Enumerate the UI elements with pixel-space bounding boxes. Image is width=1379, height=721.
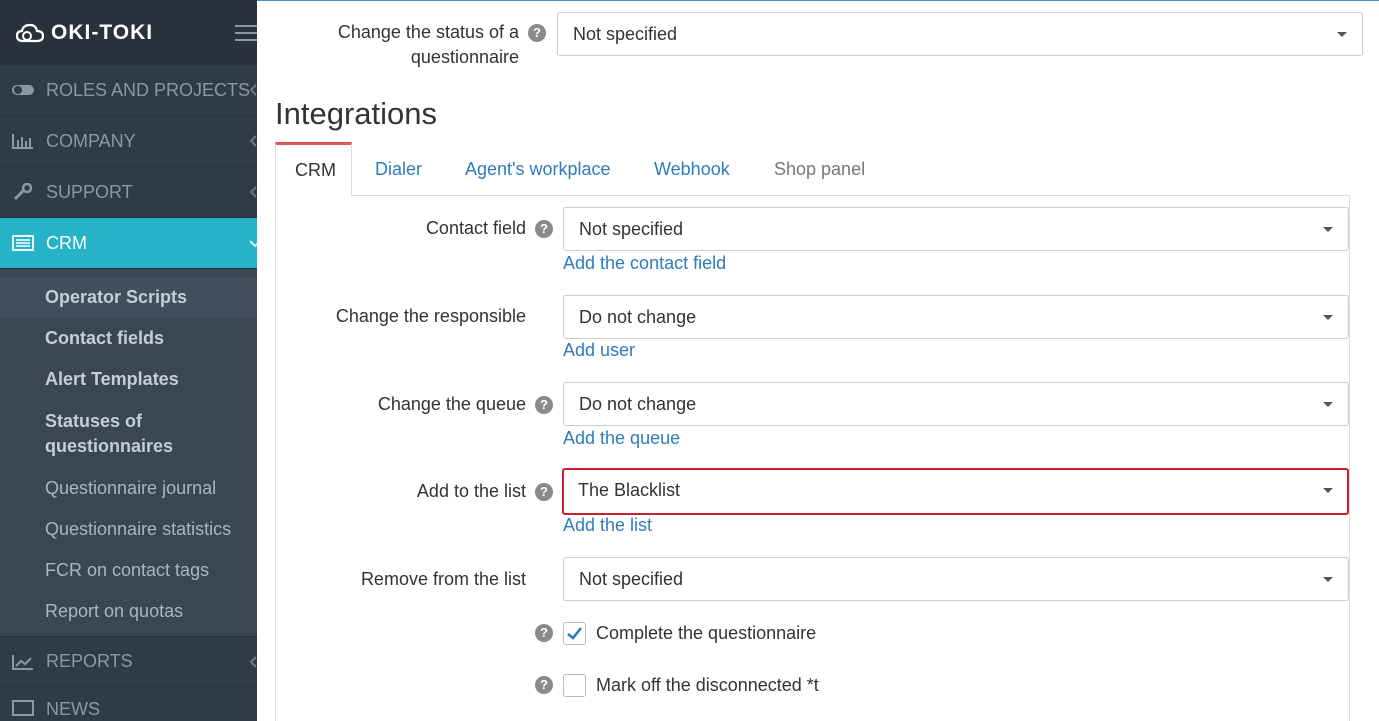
sidebar-item-label: SUPPORT — [46, 181, 133, 202]
caret-down-icon — [1323, 402, 1333, 407]
status-select-value: Not specified — [573, 24, 678, 44]
tab-agents-workplace[interactable]: Agent's workplace — [446, 142, 630, 196]
checkmark-icon — [567, 627, 583, 640]
sidebar-item-label: ROLES AND PROJECTS — [46, 79, 251, 100]
sidebar-subitem-contact-fields[interactable]: Contact fields — [0, 318, 257, 359]
sidebar-item-label: REPORTS — [46, 651, 133, 671]
main-content: Change the status of a questionnaire ? N… — [257, 0, 1379, 721]
add-user-link[interactable]: Add user — [563, 340, 635, 361]
sidebar-subitem-report-on-quotas[interactable]: Report on quotas — [0, 591, 257, 632]
sidebar-subitem-questionnaire-statistics[interactable]: Questionnaire statistics — [0, 509, 257, 550]
integration-tabs: CRM Dialer Agent's workplace Webhook Sho… — [275, 142, 1350, 196]
queue-label: Change the queue — [377, 394, 526, 414]
add-list-link[interactable]: Add the list — [563, 515, 652, 536]
sidebar-subitem-statuses-of-questionnaires[interactable]: Statuses of questionnaires — [0, 400, 257, 468]
sidebar-item-label: CRM — [46, 232, 87, 253]
crm-submenu: Operator Scripts Contact fields Alert Te… — [0, 269, 257, 636]
sidebar-item-label: COMPANY — [46, 130, 136, 151]
responsible-select-value: Do not change — [579, 307, 697, 327]
hamburger-menu-icon[interactable] — [235, 25, 257, 43]
contact-field-select[interactable]: Not specified — [563, 207, 1349, 251]
queue-select-value: Do not change — [579, 394, 697, 414]
add-to-list-select-value: The Blacklist — [578, 480, 681, 500]
complete-questionnaire-label: Complete the questionnaire — [596, 623, 817, 643]
sidebar-item-reports[interactable]: REPORTS — [0, 636, 257, 687]
remove-from-list-select[interactable]: Not specified — [563, 557, 1349, 601]
chevron-left-icon — [249, 84, 257, 96]
status-field-label: Change the status of a questionnaire — [337, 22, 519, 67]
caret-down-icon — [1323, 577, 1333, 582]
sidebar-subitem-questionnaire-journal[interactable]: Questionnaire journal — [0, 468, 257, 509]
sidebar-item-label: NEWS — [46, 699, 100, 719]
list-icon — [10, 234, 36, 252]
sidebar-subitem-operator-scripts[interactable]: Operator Scripts — [0, 277, 257, 318]
add-queue-link[interactable]: Add the queue — [563, 428, 680, 449]
tab-shop-panel: Shop panel — [774, 159, 866, 179]
add-to-list-select[interactable]: The Blacklist — [562, 468, 1349, 515]
status-select[interactable]: Not specified — [557, 12, 1363, 56]
toggle-icon — [10, 81, 36, 99]
caret-down-icon — [1337, 32, 1347, 37]
help-icon[interactable]: ? — [528, 24, 546, 42]
remove-from-list-label: Remove from the list — [360, 569, 526, 589]
caret-down-icon — [1323, 315, 1333, 320]
responsible-label: Change the responsible — [335, 306, 526, 326]
chevron-left-icon — [249, 186, 257, 198]
add-contact-field-link[interactable]: Add the contact field — [563, 253, 726, 274]
tab-dialer[interactable]: Dialer — [356, 142, 441, 196]
help-icon[interactable]: ? — [535, 396, 553, 414]
contact-field-select-value: Not specified — [579, 219, 684, 239]
logo-bar: OKI-TOKI — [0, 0, 257, 65]
bar-chart-icon — [10, 132, 36, 150]
responsible-select[interactable]: Do not change — [563, 295, 1349, 339]
mark-disconnected-checkbox[interactable] — [563, 674, 586, 697]
sidebar-item-news[interactable]: NEWS — [0, 687, 257, 721]
sidebar-item-support[interactable]: SUPPORT — [0, 167, 257, 218]
caret-down-icon — [1323, 227, 1333, 232]
help-icon[interactable]: ? — [535, 676, 553, 694]
sidebar: OKI-TOKI ROLES AND PROJECTS COMPANY SUPP… — [0, 0, 257, 721]
chevron-down-icon — [249, 240, 257, 248]
add-to-list-label: Add to the list — [416, 481, 526, 501]
integrations-title: Integrations — [275, 96, 437, 131]
chevron-left-icon — [249, 656, 257, 668]
line-chart-icon — [10, 653, 36, 671]
help-icon[interactable]: ? — [535, 220, 553, 238]
caret-down-icon — [1323, 488, 1333, 493]
sidebar-item-crm[interactable]: CRM — [0, 218, 257, 269]
help-icon[interactable]: ? — [535, 483, 553, 501]
tab-crm[interactable]: CRM — [275, 142, 352, 196]
news-icon — [10, 699, 36, 717]
wrench-icon — [10, 183, 36, 201]
help-icon[interactable]: ? — [535, 624, 553, 642]
mark-disconnected-label: Mark off the disconnected *t — [596, 675, 819, 695]
sidebar-subitem-fcr-on-contact-tags[interactable]: FCR on contact tags — [0, 550, 257, 591]
cloud-logo-icon — [15, 23, 45, 42]
logo-text: OKI-TOKI — [51, 20, 154, 44]
complete-questionnaire-checkbox[interactable] — [563, 622, 586, 645]
sidebar-item-roles-and-projects[interactable]: ROLES AND PROJECTS — [0, 65, 257, 116]
queue-select[interactable]: Do not change — [563, 382, 1349, 426]
sidebar-item-company[interactable]: COMPANY — [0, 116, 257, 167]
contact-field-label: Contact field — [425, 218, 526, 238]
chevron-left-icon — [249, 135, 257, 147]
remove-from-list-select-value: Not specified — [579, 569, 684, 589]
sidebar-subitem-alert-templates[interactable]: Alert Templates — [0, 359, 257, 400]
tab-webhook[interactable]: Webhook — [635, 142, 749, 196]
